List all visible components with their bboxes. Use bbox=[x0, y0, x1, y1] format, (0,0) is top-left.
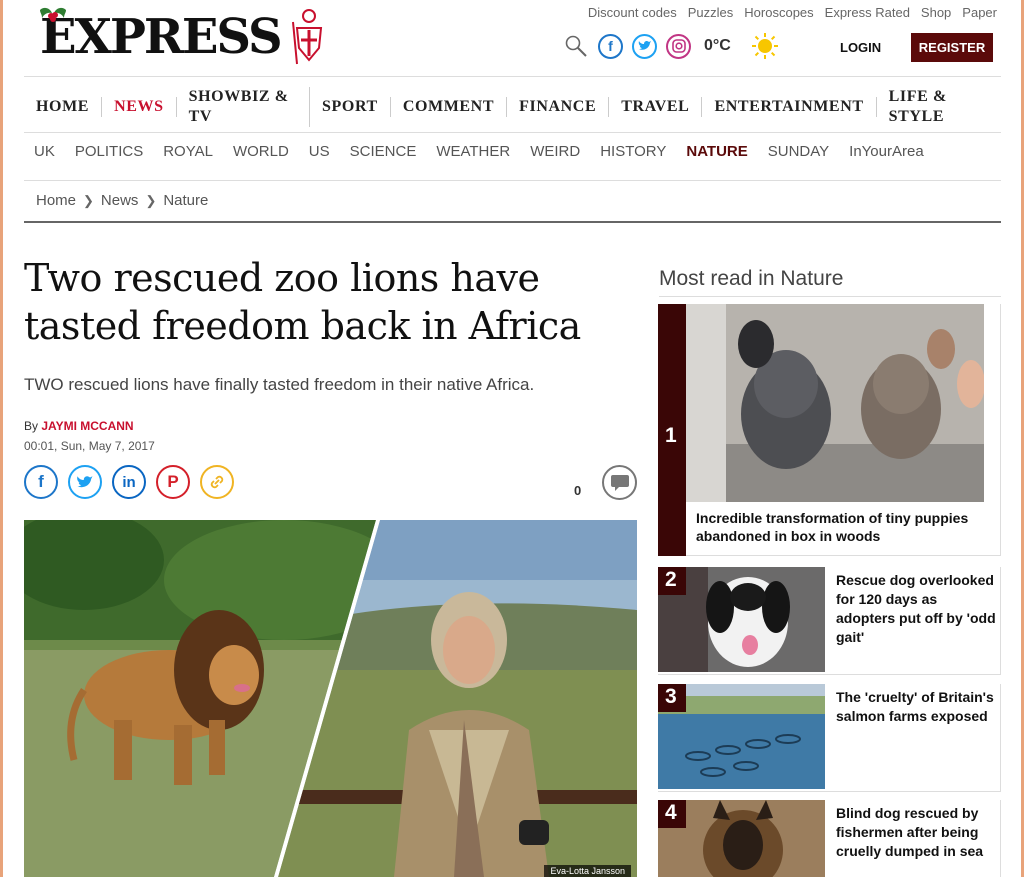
util-link-horoscopes[interactable]: Horoscopes bbox=[744, 5, 813, 20]
util-link-paper[interactable]: Paper bbox=[962, 5, 997, 20]
nav-finance[interactable]: FINANCE bbox=[507, 97, 610, 117]
twitter-icon[interactable] bbox=[632, 33, 657, 59]
nav-travel[interactable]: TRAVEL bbox=[609, 97, 703, 117]
search-icon[interactable] bbox=[564, 34, 588, 58]
subnav-weird[interactable]: WEIRD bbox=[520, 143, 590, 160]
hero-image-art bbox=[24, 520, 637, 877]
util-link-puzzles[interactable]: Puzzles bbox=[688, 5, 734, 20]
header-divider bbox=[24, 76, 1001, 77]
breadcrumb: Home ❯ News ❯ Nature bbox=[36, 192, 208, 209]
subnav-politics[interactable]: POLITICS bbox=[65, 143, 153, 160]
most-read-thumb-4: 4 bbox=[658, 800, 825, 877]
linkedin-share-icon[interactable]: in bbox=[112, 465, 146, 499]
logo-wordmark: EXPRESS bbox=[40, 9, 283, 65]
nav-entertainment[interactable]: ENTERTAINMENT bbox=[702, 97, 877, 117]
author-link[interactable]: JAYMI MCCANN bbox=[41, 419, 133, 433]
article-byline: By JAYMI MCCANN bbox=[24, 419, 134, 433]
subnav-weather[interactable]: WEATHER bbox=[426, 143, 520, 160]
site-logo[interactable]: EXPRESS bbox=[40, 7, 329, 66]
util-link-express-rated[interactable]: Express Rated bbox=[825, 5, 910, 20]
article-hero-image[interactable]: Eva-Lotta Jansson bbox=[24, 520, 637, 877]
main-nav: HOME NEWS SHOWBIZ & TV SPORT COMMENT FIN… bbox=[24, 86, 1001, 128]
sub-nav: UK POLITICS ROYAL WORLD US SCIENCE WEATH… bbox=[24, 143, 934, 160]
most-read-title: Most read in Nature bbox=[659, 267, 844, 290]
comment-icon[interactable] bbox=[602, 465, 637, 500]
speech-bubble-glyph bbox=[610, 474, 629, 491]
image-credit: Eva-Lotta Jansson bbox=[544, 865, 631, 877]
rank-badge: 2 bbox=[658, 567, 686, 595]
breadcrumb-home[interactable]: Home bbox=[36, 192, 76, 209]
rank-badge: 4 bbox=[658, 800, 686, 828]
twitter-bird-glyph bbox=[638, 40, 651, 50]
subnav-us[interactable]: US bbox=[299, 143, 340, 160]
chevron-right-icon: ❯ bbox=[145, 192, 157, 208]
twitter-bird-glyph bbox=[77, 475, 93, 487]
utility-links: Discount codes Puzzles Horoscopes Expres… bbox=[588, 5, 997, 20]
breadcrumb-news[interactable]: News bbox=[101, 192, 139, 209]
temperature-readout: 0°C bbox=[704, 37, 731, 54]
util-link-shop[interactable]: Shop bbox=[921, 5, 951, 20]
puppies-image bbox=[686, 304, 984, 502]
article-headline: Two rescued zoo lions have tasted freedo… bbox=[24, 256, 581, 348]
pinterest-share-icon[interactable]: P bbox=[156, 465, 190, 499]
share-buttons: f in P bbox=[24, 465, 234, 499]
rank-band: 1 bbox=[658, 304, 686, 556]
nav-divider bbox=[24, 132, 1001, 133]
header-tools: f 0°C bbox=[564, 32, 779, 60]
link-share-icon[interactable] bbox=[200, 465, 234, 499]
most-read-item-1[interactable]: 1 Incredible transformation of tiny pupp… bbox=[658, 304, 1001, 556]
sun-icon bbox=[751, 33, 778, 59]
subnav-history[interactable]: HISTORY bbox=[590, 143, 676, 160]
subnav-sunday[interactable]: SUNDAY bbox=[758, 143, 839, 160]
register-button[interactable]: REGISTER bbox=[911, 33, 993, 62]
rank-number: 1 bbox=[665, 424, 677, 447]
subnav-divider bbox=[24, 180, 1001, 181]
rank-number: 2 bbox=[665, 568, 677, 591]
article-standfirst: TWO rescued lions have finally tasted fr… bbox=[24, 375, 535, 394]
breadcrumb-divider bbox=[24, 221, 1001, 223]
crusader-icon bbox=[291, 9, 322, 65]
instagram-icon[interactable] bbox=[666, 33, 691, 59]
holly-icon bbox=[40, 7, 66, 22]
facebook-icon[interactable]: f bbox=[598, 33, 623, 59]
nav-sport[interactable]: SPORT bbox=[310, 97, 391, 117]
rank-number: 3 bbox=[665, 685, 677, 708]
chain-glyph bbox=[210, 475, 224, 489]
most-read-item-3[interactable]: 3 The 'cruelty' of Britain's salmon farm… bbox=[658, 684, 1001, 792]
facebook-share-icon[interactable]: f bbox=[24, 465, 58, 499]
subnav-uk[interactable]: UK bbox=[24, 143, 65, 160]
most-read-item-4[interactable]: 4 Blind dog rescued by fishermen after b… bbox=[658, 800, 1001, 877]
window-edge-left bbox=[0, 0, 3, 877]
nav-news[interactable]: NEWS bbox=[102, 97, 177, 117]
subnav-nature[interactable]: NATURE bbox=[676, 143, 757, 160]
instagram-glyph bbox=[671, 39, 686, 53]
login-link[interactable]: LOGIN bbox=[840, 40, 881, 55]
util-link-discount-codes[interactable]: Discount codes bbox=[588, 5, 677, 20]
most-read-title-1[interactable]: Incredible transformation of tiny puppie… bbox=[696, 509, 991, 545]
most-read-title-2[interactable]: Rescue dog overlooked for 120 days as ad… bbox=[836, 571, 996, 647]
breadcrumb-nature[interactable]: Nature bbox=[163, 192, 208, 209]
most-read-item-2[interactable]: 2 Rescue dog overlooked for 120 days as … bbox=[658, 567, 1001, 675]
most-read-thumb-2: 2 bbox=[658, 567, 825, 672]
comment-count: 0 bbox=[574, 483, 582, 498]
subnav-world[interactable]: WORLD bbox=[223, 143, 299, 160]
nav-showbiz-tv[interactable]: SHOWBIZ & TV bbox=[177, 87, 311, 127]
subnav-science[interactable]: SCIENCE bbox=[340, 143, 427, 160]
byline-prefix: By bbox=[24, 419, 39, 433]
nav-home[interactable]: HOME bbox=[24, 97, 103, 117]
most-read-thumb-3: 3 bbox=[658, 684, 825, 789]
rank-badge: 3 bbox=[658, 684, 686, 712]
article-date: 00:01, Sun, May 7, 2017 bbox=[24, 439, 155, 453]
rank-number: 4 bbox=[665, 801, 677, 824]
subnav-inyourarea[interactable]: InYourArea bbox=[839, 143, 934, 160]
most-read-divider bbox=[659, 296, 1001, 297]
most-read-title-3[interactable]: The 'cruelty' of Britain's salmon farms … bbox=[836, 688, 996, 726]
twitter-share-icon[interactable] bbox=[68, 465, 102, 499]
most-read-title-4[interactable]: Blind dog rescued by fishermen after bei… bbox=[836, 804, 996, 861]
nav-life-style[interactable]: LIFE & STYLE bbox=[877, 87, 1001, 127]
subnav-royal[interactable]: ROYAL bbox=[153, 143, 223, 160]
chevron-right-icon: ❯ bbox=[83, 192, 94, 208]
most-read-thumb-1 bbox=[686, 304, 984, 502]
nav-comment[interactable]: COMMENT bbox=[391, 97, 508, 117]
